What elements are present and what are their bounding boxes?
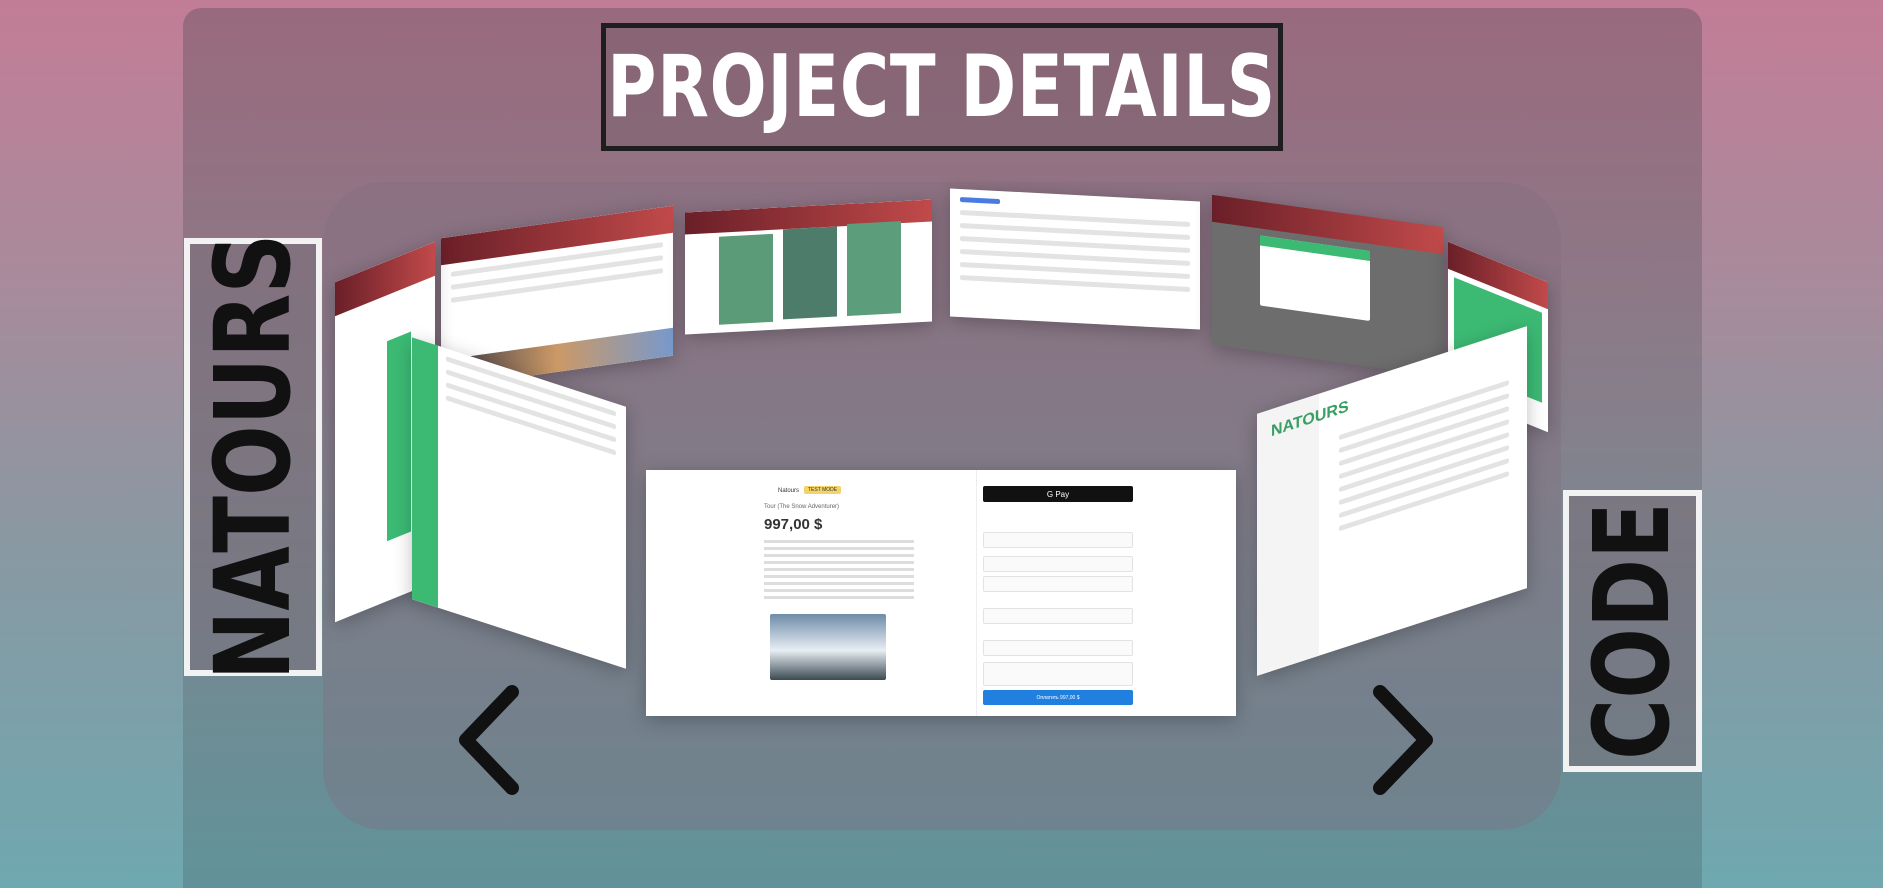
tour-price: 997,00 $ [764, 516, 823, 533]
save-info-checkbox[interactable] [983, 662, 1133, 686]
code-link-text: CODE [1571, 502, 1694, 760]
test-mode-badge: TEST MODE [804, 486, 842, 494]
tour-name: Tour (The Snow Adventurer) [764, 504, 840, 510]
country-select[interactable] [983, 640, 1133, 656]
page-title: PROJECT DETAILS [607, 37, 1277, 137]
tour-photo [770, 614, 886, 680]
payment-form: G Pay Оплатить 997,00 $ [976, 470, 1236, 716]
project-name-text: NATOURS [192, 233, 314, 681]
submit-payment-button[interactable]: Оплатить 997,00 $ [983, 690, 1133, 705]
tour-description [764, 536, 914, 603]
carousel-card[interactable] [685, 199, 932, 335]
chevron-right-icon[interactable] [1362, 680, 1442, 800]
carousel-card-active[interactable]: Natours TEST MODE Tour (The Snow Adventu… [646, 470, 1236, 716]
checkout-summary: Natours TEST MODE Tour (The Snow Adventu… [646, 470, 976, 716]
card-expiry-field[interactable] [983, 576, 1133, 592]
chevron-left-icon[interactable] [450, 680, 530, 800]
gpay-button[interactable]: G Pay [983, 486, 1133, 502]
project-name-label[interactable]: NATOURS [184, 234, 322, 680]
card-number-field[interactable] [983, 556, 1133, 572]
brand-name: Natours [778, 488, 800, 494]
email-field[interactable] [983, 532, 1133, 548]
code-link[interactable]: CODE [1563, 490, 1702, 772]
cardholder-field[interactable] [983, 608, 1133, 624]
page-title-box: PROJECT DETAILS [601, 23, 1283, 151]
carousel-card[interactable] [950, 188, 1200, 330]
